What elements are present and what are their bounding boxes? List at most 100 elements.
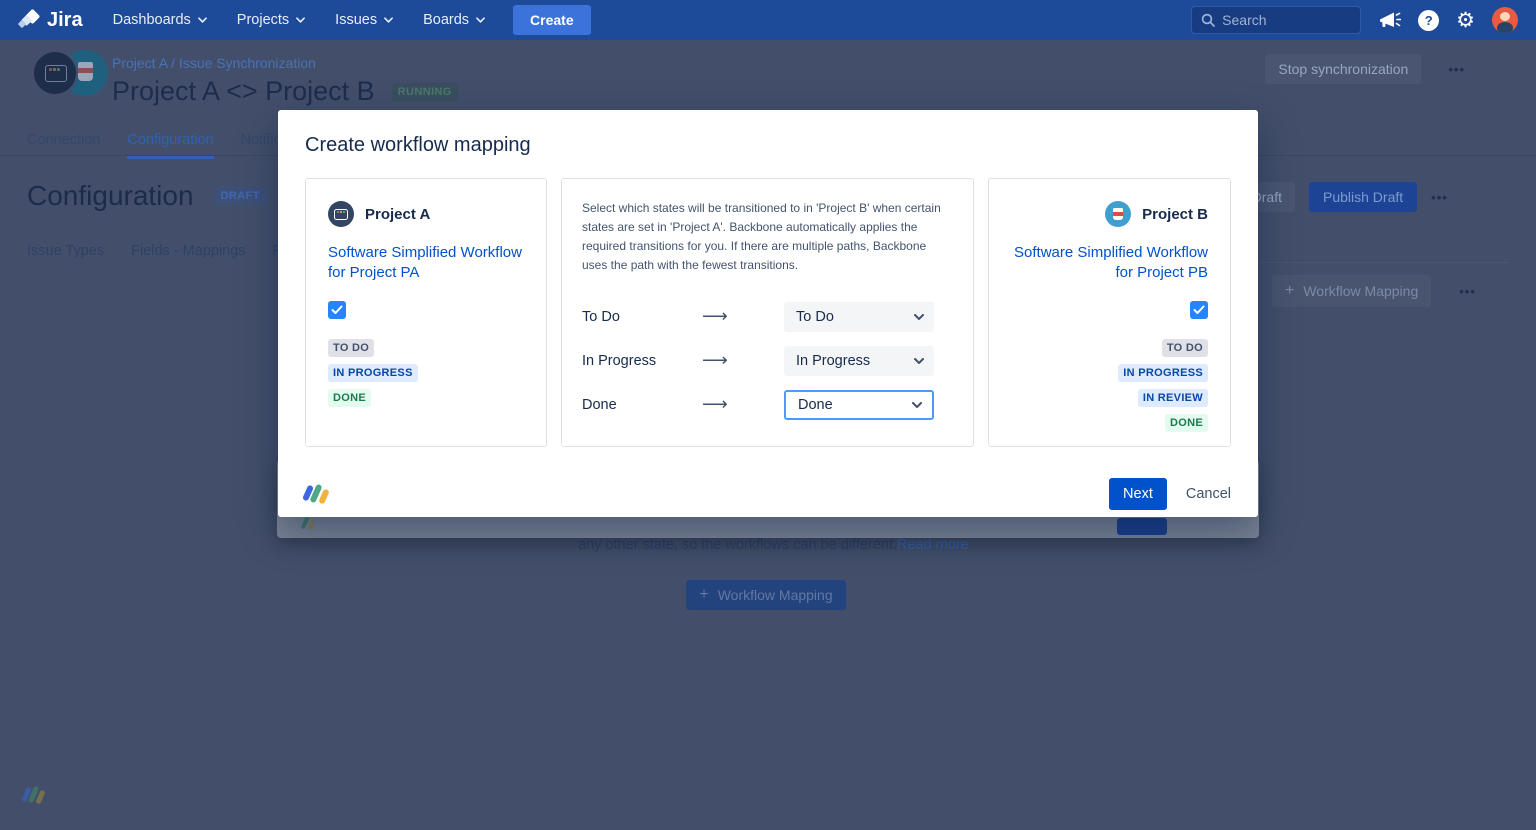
subtab-fields-mappings[interactable]: Fields - Mappings (131, 243, 245, 259)
search-box[interactable] (1191, 6, 1361, 34)
plus-icon: + (699, 586, 708, 604)
jira-logo-icon (18, 9, 40, 31)
section-title: Configuration (27, 180, 194, 212)
breadcrumb[interactable]: Project A / Issue Synchronization (112, 55, 316, 71)
project-a-workflow-link[interactable]: Software Simplified Workflow for Project… (328, 243, 524, 283)
chevron-down-icon (914, 358, 924, 364)
chevron-down-icon (296, 17, 305, 23)
select-value: Done (798, 397, 833, 413)
arrow-right-icon: ⟶ (702, 350, 784, 371)
next-button[interactable]: Next (1109, 478, 1167, 510)
status-badge: IN PROGRESS (328, 364, 418, 382)
project-b-statuses: TO DO IN PROGRESS IN REVIEW DONE (1011, 339, 1208, 432)
megaphone-icon[interactable] (1378, 10, 1401, 30)
draft-badge: DRAFT (214, 187, 267, 205)
brand-name: Jira (47, 9, 83, 32)
check-icon (1193, 305, 1205, 315)
project-b-workflow-link[interactable]: Software Simplified Workflow for Project… (1011, 243, 1208, 283)
status-badge: IN REVIEW (1138, 389, 1208, 407)
question-mark: ? (1425, 13, 1433, 28)
add-workflow-mapping-button[interactable]: + Workflow Mapping (686, 580, 846, 610)
status-badge-running: RUNNING (392, 83, 458, 101)
config-subtabs: Issue Types Fields - Mappings Fields (27, 243, 311, 259)
more-icon[interactable]: ••• (1448, 62, 1465, 77)
more-icon[interactable]: ••• (1459, 284, 1476, 299)
mapping-description: Select which states will be transitioned… (582, 199, 953, 275)
check-icon (331, 305, 343, 315)
nav-item-issues[interactable]: Issues (335, 12, 393, 28)
chevron-down-icon (914, 314, 924, 320)
backbone-logo-dimmed (24, 786, 43, 804)
select-value: To Do (796, 309, 834, 325)
mapping-row-done: Done ⟶ Done (582, 390, 953, 420)
backbone-logo-remnant (303, 517, 313, 530)
source-state-label: In Progress (582, 353, 702, 369)
status-badge: DONE (1165, 414, 1208, 432)
nav-item-label: Projects (237, 12, 289, 28)
target-state-select-todo[interactable]: To Do (784, 302, 934, 332)
chevron-down-icon (198, 17, 207, 23)
nav-item-dashboards[interactable]: Dashboards (113, 12, 207, 28)
create-button[interactable]: Create (513, 5, 591, 35)
nav-menu: Dashboards Projects Issues Boards (113, 12, 485, 28)
jira-logo[interactable]: Jira (18, 9, 83, 32)
project-b-name: Project B (1142, 206, 1208, 223)
status-badge: TO DO (328, 339, 374, 357)
workflow-caption: any other state, so the workflows can be… (578, 537, 969, 553)
sync-project-avatars (32, 50, 108, 96)
nav-item-label: Issues (335, 12, 377, 28)
project-b-card: Project B Software Simplified Workflow f… (988, 178, 1231, 447)
nav-item-label: Dashboards (113, 12, 191, 28)
coffee-cup-icon (78, 62, 93, 81)
cancel-button[interactable]: Cancel (1186, 486, 1231, 502)
chevron-down-icon (384, 17, 393, 23)
create-workflow-mapping-dialog: Create workflow mapping Project A Softwa… (278, 110, 1258, 517)
status-badge: DONE (328, 389, 371, 407)
workflow-mapping-button[interactable]: + Workflow Mapping (1272, 275, 1431, 307)
project-b-avatar-icon (1105, 201, 1131, 227)
stop-synchronization-button[interactable]: Stop synchronization (1265, 54, 1421, 84)
project-a-avatar (32, 50, 78, 96)
mapping-row-in-progress: In Progress ⟶ In Progress (582, 346, 953, 376)
mapping-card: Select which states will be transitioned… (561, 178, 974, 447)
nav-item-projects[interactable]: Projects (237, 12, 305, 28)
nav-right: ? ⚙ (1191, 6, 1518, 34)
project-a-statuses: TO DO IN PROGRESS DONE (328, 339, 524, 407)
add-workflow-mapping-label: Workflow Mapping (718, 587, 833, 603)
plus-icon: + (1285, 282, 1294, 300)
dimmed-next-button-remnant (1117, 518, 1167, 535)
dialog-title: Create workflow mapping (305, 134, 1231, 157)
target-state-select-done[interactable]: Done (784, 390, 934, 420)
caption-text: any other state, so the workflows can be… (578, 537, 897, 553)
project-a-avatar-icon (328, 201, 354, 227)
top-nav: Jira Dashboards Projects Issues Boards C… (0, 0, 1536, 40)
help-icon[interactable]: ? (1418, 10, 1439, 31)
select-value: In Progress (796, 353, 870, 369)
publish-draft-button[interactable]: Publish Draft (1309, 182, 1417, 212)
source-state-label: Done (582, 397, 702, 413)
search-input[interactable] (1222, 12, 1342, 28)
browser-window-icon (45, 65, 67, 82)
nav-item-boards[interactable]: Boards (423, 12, 485, 28)
read-more-link[interactable]: Read more (897, 537, 969, 553)
status-badge: IN PROGRESS (1118, 364, 1208, 382)
search-icon (1201, 13, 1215, 27)
arrow-right-icon: ⟶ (702, 394, 784, 415)
source-state-label: To Do (582, 309, 702, 325)
mapping-row-todo: To Do ⟶ To Do (582, 302, 953, 332)
target-state-select-in-progress[interactable]: In Progress (784, 346, 934, 376)
page-title: Project A <> Project B (112, 76, 375, 107)
project-a-checkbox[interactable] (328, 301, 346, 319)
project-a-card: Project A Software Simplified Workflow f… (305, 178, 547, 447)
status-badge: TO DO (1162, 339, 1208, 357)
user-avatar[interactable] (1492, 7, 1518, 33)
chevron-down-icon (476, 17, 485, 23)
arrow-right-icon: ⟶ (702, 306, 784, 327)
gear-icon[interactable]: ⚙ (1456, 10, 1475, 31)
workflow-mapping-label: Workflow Mapping (1303, 283, 1418, 299)
backbone-logo (305, 484, 327, 504)
subtab-issue-types[interactable]: Issue Types (27, 243, 104, 259)
project-b-checkbox[interactable] (1190, 301, 1208, 319)
more-icon[interactable]: ••• (1431, 190, 1448, 205)
project-a-name: Project A (365, 206, 430, 223)
